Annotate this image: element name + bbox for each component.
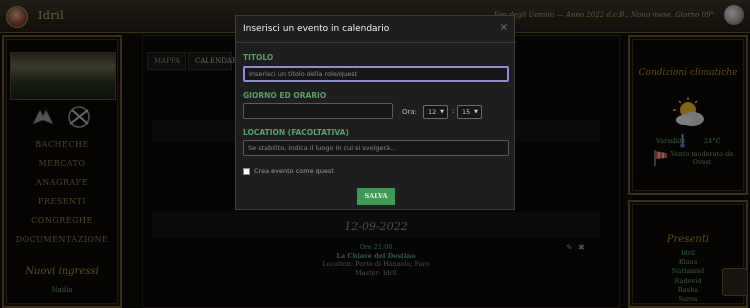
quest-checkbox-label[interactable]: Crea evento come quest [254, 167, 334, 175]
hour-select[interactable]: 12 ▼ [423, 105, 448, 119]
hour-value: 12 [428, 108, 437, 116]
modal-header: Inserisci un evento in calendario × [236, 16, 516, 43]
minute-value: 15 [462, 108, 471, 116]
location-label: LOCATION (FACOLTATIVA) [243, 128, 349, 137]
titolo-label: TITOLO [243, 53, 274, 62]
close-icon[interactable]: × [500, 22, 508, 33]
save-button[interactable]: SALVA [357, 188, 395, 205]
ora-label: Ora: [402, 108, 418, 116]
quest-checkbox[interactable] [243, 168, 250, 175]
minute-select[interactable]: 15 ▼ [457, 105, 482, 119]
event-modal: Inserisci un evento in calendario × TITO… [235, 15, 516, 210]
title-input[interactable] [243, 66, 509, 82]
giorno-label: GIORNO ED ORARIO [243, 91, 327, 100]
date-input[interactable] [243, 103, 393, 119]
chevron-down-icon: ▼ [440, 109, 444, 115]
time-colon: : [452, 107, 455, 115]
modal-title: Inserisci un evento in calendario [243, 24, 390, 34]
app-root: Idril Era degli Uomini — Anno 2022 d.c.B… [0, 0, 750, 308]
location-input[interactable] [243, 140, 509, 156]
chevron-down-icon: ▼ [474, 109, 478, 115]
